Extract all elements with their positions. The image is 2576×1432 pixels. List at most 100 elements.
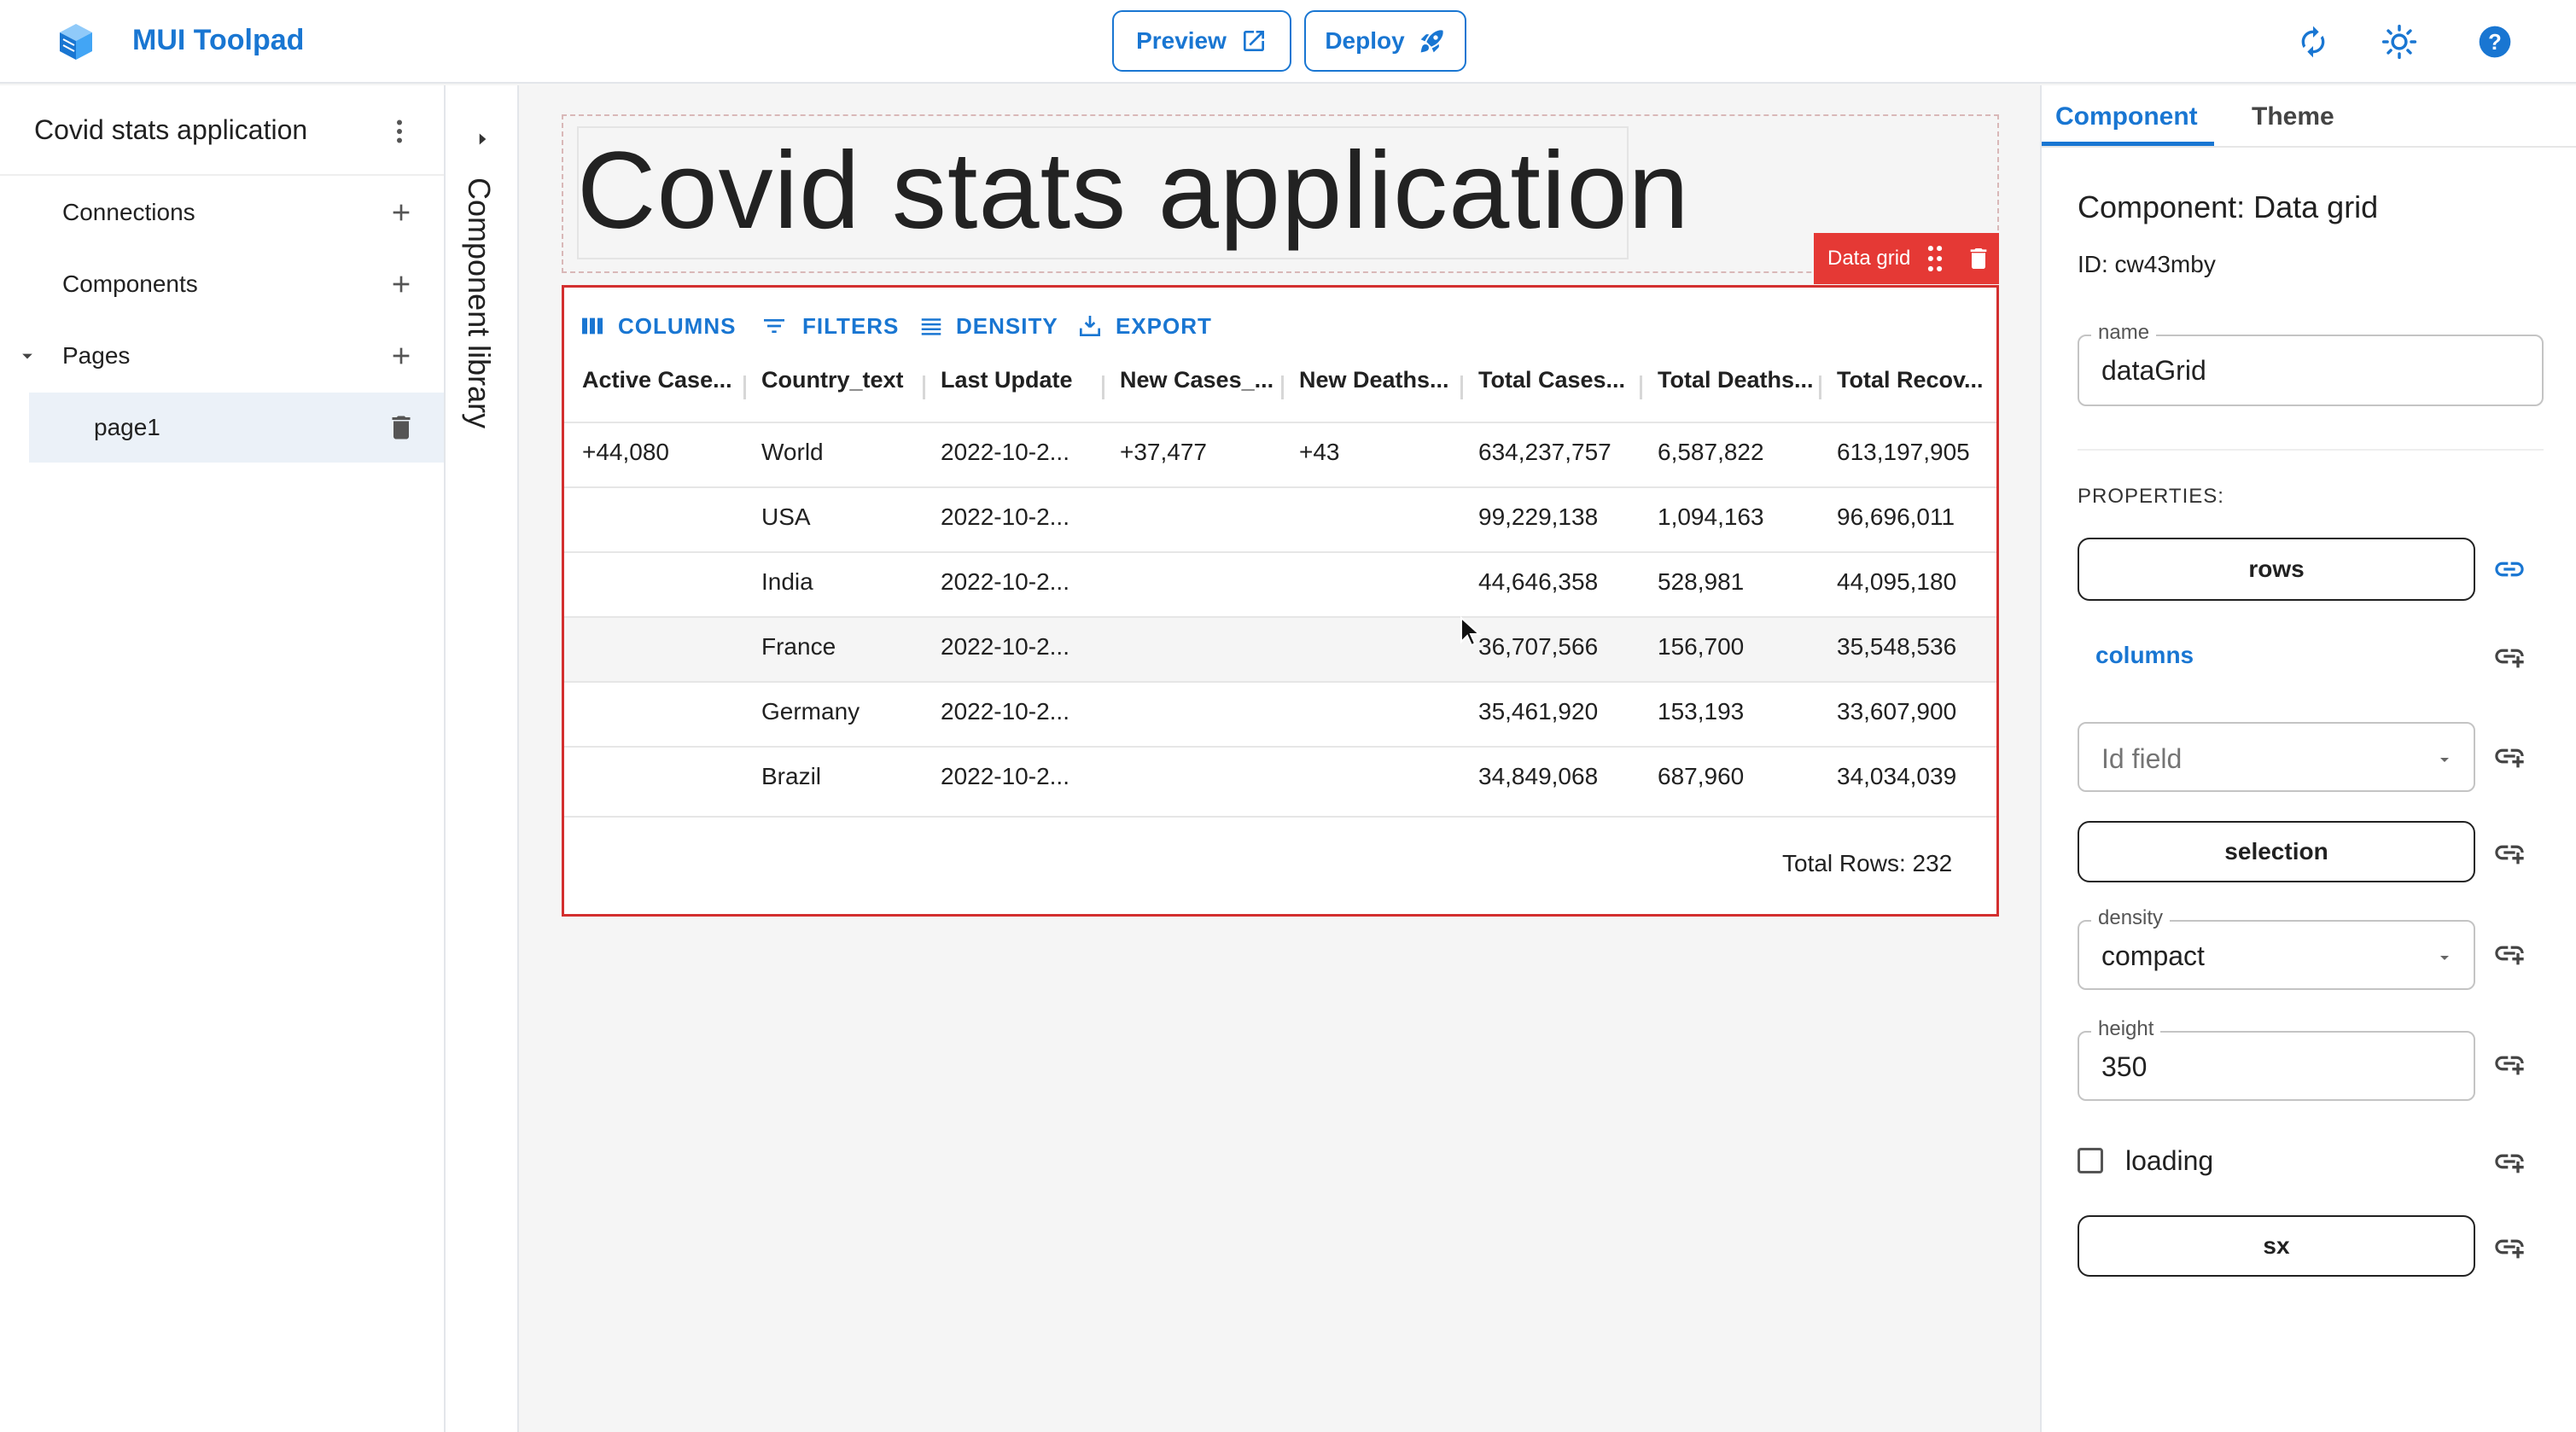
filters-label: FILTERS (802, 312, 900, 339)
delete-page-icon[interactable] (386, 412, 417, 443)
table-cell: +44,080 (582, 439, 669, 465)
add-link-icon[interactable] (2492, 639, 2526, 673)
preview-label: Preview (1136, 27, 1227, 54)
table-cell: France (761, 633, 836, 660)
add-link-icon[interactable] (2492, 1046, 2526, 1080)
add-link-icon[interactable] (2492, 1144, 2526, 1179)
column-separator[interactable] (1102, 375, 1104, 399)
density-field-label: density (2091, 906, 2171, 930)
column-separator[interactable] (1640, 375, 1642, 399)
column-header-new-deaths[interactable]: New Deaths... (1299, 367, 1458, 408)
selection-binding-button[interactable]: selection (2078, 821, 2475, 882)
loading-checkbox[interactable] (2078, 1148, 2103, 1173)
column-header-last-update[interactable]: Last Update (941, 367, 1099, 408)
columns-button[interactable]: COLUMNS (579, 309, 736, 343)
table-cell: 634,237,757 (1478, 439, 1611, 465)
column-separator[interactable] (743, 375, 746, 399)
add-page-icon[interactable] (388, 342, 415, 370)
add-link-icon[interactable] (2492, 1230, 2526, 1264)
name-field-value: dataGrid (2101, 355, 2206, 386)
table-cell: 687,960 (1658, 763, 1745, 789)
table-cell: World (761, 439, 824, 465)
sidebar-item-pages[interactable]: Pages (0, 321, 444, 391)
density-select[interactable]: density compact (2078, 906, 2475, 990)
table-cell: Germany (761, 698, 860, 725)
table-cell: 156,700 (1658, 633, 1745, 660)
add-component-icon[interactable] (388, 271, 415, 298)
height-field[interactable]: height 350 (2078, 1017, 2475, 1101)
column-header-country[interactable]: Country_text (761, 367, 920, 408)
expand-arrow-icon[interactable] (15, 344, 39, 368)
grid-footer-divider (564, 816, 1996, 818)
column-header-new-cases[interactable]: New Cases_... (1120, 367, 1279, 408)
refresh-icon[interactable] (2286, 15, 2340, 69)
sidebar-page-page1[interactable]: page1 (29, 393, 444, 463)
table-cell: 6,587,822 (1658, 439, 1764, 465)
height-field-value: 350 (2101, 1051, 2148, 1082)
svg-text:?: ? (2488, 31, 2502, 55)
deploy-button[interactable]: Deploy (1304, 10, 1466, 72)
column-separator[interactable] (1819, 375, 1821, 399)
download-icon (1076, 312, 1104, 340)
drag-handle-icon[interactable] (1926, 244, 1944, 273)
expand-library-icon[interactable] (471, 128, 493, 150)
selected-component-tag[interactable]: Data grid (1814, 233, 1999, 284)
column-separator[interactable] (1460, 375, 1463, 399)
table-cell: 35,461,920 (1478, 698, 1599, 725)
sx-binding-button[interactable]: sx (2078, 1215, 2475, 1277)
add-link-icon[interactable] (2492, 936, 2526, 970)
table-cell: 35,548,536 (1837, 633, 1957, 660)
component-library-label[interactable]: Component library (462, 178, 497, 428)
link-icon[interactable] (2492, 552, 2526, 586)
add-link-icon[interactable] (2492, 835, 2526, 870)
column-header-total-recovered[interactable]: Total Recov... (1837, 367, 1996, 408)
table-cell: 33,607,900 (1837, 698, 1957, 725)
table-cell: 2022-10-2... (941, 568, 1069, 595)
view-column-icon (579, 312, 606, 340)
rows-binding-button[interactable]: rows (2078, 538, 2475, 601)
add-connection-icon[interactable] (388, 199, 415, 226)
more-vert-icon[interactable] (384, 116, 415, 147)
name-field-label: name (2091, 321, 2157, 345)
properties-divider (2078, 449, 2544, 451)
columns-label: COLUMNS (618, 312, 737, 339)
table-cell: 1,094,163 (1658, 504, 1764, 530)
sidebar-item-connections[interactable]: Connections (0, 178, 444, 247)
column-separator[interactable] (1281, 375, 1284, 399)
add-link-icon[interactable] (2492, 739, 2526, 773)
preview-button[interactable]: Preview (1112, 10, 1291, 72)
density-button[interactable]: DENSITY (918, 309, 1058, 343)
sidebar-item-label: Components (62, 271, 198, 297)
filters-button[interactable]: FILTERS (758, 309, 899, 343)
tab-theme[interactable]: Theme (2252, 102, 2334, 131)
table-cell: 153,193 (1658, 698, 1745, 725)
loading-label: loading (2125, 1145, 2214, 1176)
page-title-text[interactable]: Covid stats application (577, 128, 1690, 253)
table-cell: 99,229,138 (1478, 504, 1599, 530)
help-icon[interactable]: ? (2468, 15, 2522, 69)
id-field-select[interactable]: Id field (2078, 722, 2475, 792)
sidebar-item-components[interactable]: Components (0, 249, 444, 319)
column-separator[interactable] (923, 375, 925, 399)
sidebar-item-label: Connections (62, 199, 195, 225)
toolpad-logo-icon (56, 22, 96, 61)
delete-component-icon[interactable] (1965, 244, 1992, 273)
tab-component[interactable]: Component (2055, 102, 2198, 131)
density-field-value: compact (2101, 940, 2205, 971)
page-label: page1 (94, 414, 160, 440)
light-mode-icon[interactable] (2372, 15, 2427, 69)
dropdown-arrow-icon (2434, 749, 2455, 770)
export-button[interactable]: EXPORT (1076, 309, 1212, 343)
column-header-total-cases[interactable]: Total Cases... (1478, 367, 1637, 408)
table-cell: 44,646,358 (1478, 568, 1599, 595)
table-cell: +43 (1299, 439, 1340, 465)
column-header-active-cases[interactable]: Active Case... (582, 367, 741, 408)
mouse-cursor-icon (1460, 616, 1482, 647)
density-label: DENSITY (956, 312, 1058, 339)
columns-property-link[interactable]: columns (2095, 642, 2194, 669)
table-cell: 2022-10-2... (941, 763, 1069, 789)
name-field[interactable]: name dataGrid (2078, 321, 2544, 406)
density-icon (918, 312, 944, 340)
table-cell: 34,034,039 (1837, 763, 1957, 789)
column-header-total-deaths[interactable]: Total Deaths... (1658, 367, 1816, 408)
